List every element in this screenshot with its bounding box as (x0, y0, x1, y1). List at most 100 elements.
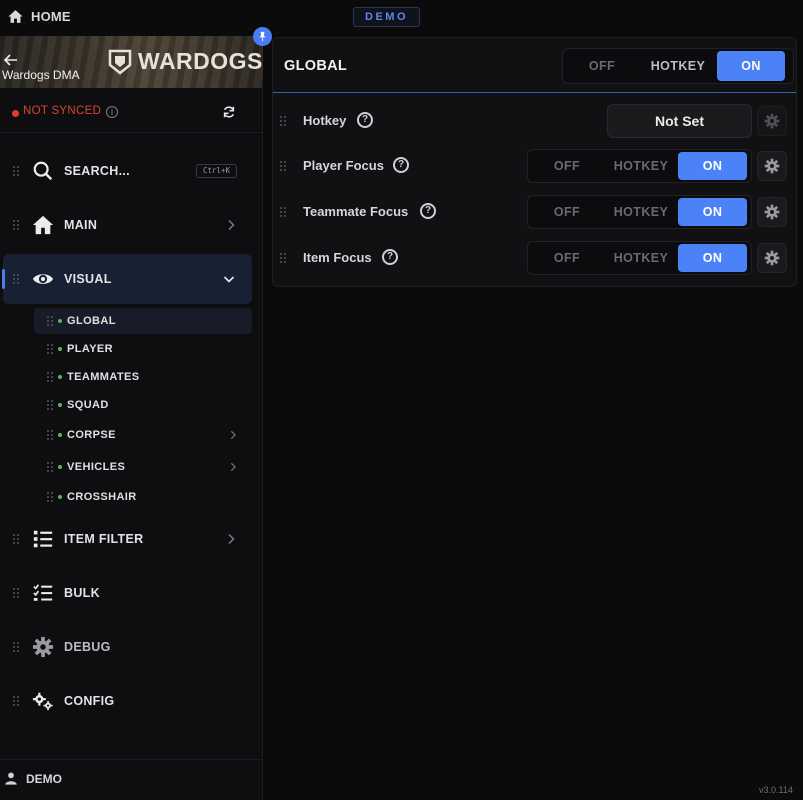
player-focus-settings-button[interactable] (757, 151, 787, 181)
sidebar-subitem-vehicles[interactable]: VEHICLES (34, 454, 252, 480)
setting-label: Player Focus (303, 158, 384, 173)
setting-label: Item Focus (303, 250, 372, 265)
drag-handle-icon[interactable] (13, 534, 19, 544)
wardogs-logo: WARDOGS (108, 48, 263, 75)
drag-handle-icon[interactable] (47, 316, 53, 326)
drag-handle-icon[interactable] (47, 372, 53, 382)
option-off[interactable]: OFF (530, 152, 604, 180)
option-hotkey[interactable]: HOTKEY (604, 198, 678, 226)
gear-icon (764, 204, 780, 220)
help-icon[interactable]: ? (420, 203, 436, 219)
option-hotkey[interactable]: HOTKEY (604, 244, 678, 272)
teammate-focus-toggle[interactable]: OFF HOTKEY ON (527, 195, 752, 229)
sidebar-item-visual[interactable]: VISUAL (2, 254, 252, 304)
hotkey-settings-button[interactable] (757, 106, 787, 136)
brand-name: Wardogs DMA (2, 68, 80, 82)
drag-handle-icon[interactable] (280, 116, 286, 126)
sidebar-subitem-corpse[interactable]: CORPSE (34, 422, 252, 448)
sidebar-subitem-label: CORPSE (67, 429, 116, 441)
status-dot (58, 495, 62, 499)
drag-handle-icon[interactable] (47, 400, 53, 410)
help-icon[interactable]: ? (393, 157, 409, 173)
drag-handle-icon[interactable] (13, 166, 19, 176)
item-focus-toggle[interactable]: OFF HOTKEY ON (527, 241, 752, 275)
status-dot (58, 347, 62, 351)
sidebar-item-search[interactable]: SEARCH... Ctrl+K (0, 146, 262, 196)
sidebar-item-item-filter[interactable]: ITEM FILTER (0, 514, 262, 564)
player-focus-toggle[interactable]: OFF HOTKEY ON (527, 149, 752, 183)
sidebar-item-config[interactable]: CONFIG (0, 676, 262, 726)
chevron-right-icon (228, 533, 235, 545)
pin-button[interactable] (253, 27, 272, 46)
drag-handle-icon[interactable] (47, 462, 53, 472)
user-icon (5, 772, 17, 785)
sidebar-subitem-teammates[interactable]: TEAMMATES (34, 364, 252, 390)
drag-handle-icon[interactable] (13, 220, 19, 230)
page-title: GLOBAL (284, 58, 348, 74)
option-on[interactable]: ON (678, 244, 747, 272)
drag-handle-icon[interactable] (47, 344, 53, 354)
setting-row-item-focus: Item Focus ? OFF HOTKEY ON (273, 236, 796, 280)
sidebar-subitem-label: CROSSHAIR (67, 491, 137, 503)
option-on[interactable]: ON (678, 198, 747, 226)
global-settings-panel: GLOBAL OFF HOTKEY ON Hotkey ? Not Set Pl… (272, 37, 797, 287)
gear-icon (764, 158, 780, 174)
sync-status-dot (12, 110, 19, 117)
teammate-focus-settings-button[interactable] (757, 197, 787, 227)
sidebar-item-label: ITEM FILTER (64, 532, 144, 546)
drag-handle-icon[interactable] (13, 588, 19, 598)
global-mode-toggle[interactable]: OFF HOTKEY ON (562, 48, 794, 84)
sidebar-subitem-label: SQUAD (67, 399, 109, 411)
sidebar-banner: Wardogs DMA WARDOGS (0, 36, 263, 88)
hotkey-value-button[interactable]: Not Set (607, 104, 752, 138)
sidebar-subitem-squad[interactable]: SQUAD (34, 392, 252, 418)
sidebar-item-label: MAIN (64, 218, 98, 232)
chevron-right-icon (230, 462, 236, 472)
drag-handle-icon[interactable] (280, 207, 286, 217)
mode-on-option[interactable]: ON (717, 51, 785, 81)
sidebar-subitem-label: TEAMMATES (67, 371, 140, 383)
sidebar-subitem-label: PLAYER (67, 343, 114, 355)
sidebar-subitem-label: GLOBAL (67, 315, 116, 327)
option-on[interactable]: ON (678, 152, 747, 180)
item-focus-settings-button[interactable] (757, 243, 787, 273)
status-dot (58, 403, 62, 407)
sidebar-item-label: VISUAL (64, 272, 112, 286)
user-profile[interactable]: DEMO (0, 759, 262, 800)
drag-handle-icon[interactable] (280, 161, 286, 171)
mode-hotkey-option[interactable]: HOTKEY (639, 51, 717, 81)
eye-icon (32, 274, 54, 284)
option-off[interactable]: OFF (530, 198, 604, 226)
help-icon[interactable]: ? (382, 249, 398, 265)
drag-handle-icon[interactable] (47, 430, 53, 440)
mode-off-option[interactable]: OFF (565, 51, 639, 81)
sidebar: Wardogs DMA WARDOGS NOT SYNCED i SEARCH.… (0, 36, 263, 800)
back-arrow-icon[interactable] (3, 52, 19, 68)
status-dot (58, 319, 62, 323)
sidebar-item-bulk[interactable]: BULK (0, 568, 262, 618)
option-off[interactable]: OFF (530, 244, 604, 272)
sidebar-subitem-crosshair[interactable]: CROSSHAIR (34, 484, 252, 510)
search-icon (33, 161, 53, 181)
refresh-icon[interactable] (222, 105, 236, 119)
setting-label: Hotkey (303, 113, 347, 128)
setting-label: Teammate Focus (303, 204, 409, 219)
drag-handle-icon[interactable] (13, 696, 19, 706)
home-button[interactable]: HOME (7, 8, 71, 25)
option-hotkey[interactable]: HOTKEY (604, 152, 678, 180)
home-icon (32, 215, 54, 235)
info-icon[interactable]: i (106, 106, 118, 118)
keyboard-shortcut: Ctrl+K (196, 164, 237, 178)
help-icon[interactable]: ? (357, 112, 373, 128)
sidebar-item-debug[interactable]: DEBUG (0, 622, 262, 672)
drag-handle-icon[interactable] (280, 253, 286, 263)
drag-handle-icon[interactable] (13, 274, 19, 284)
drag-handle-icon[interactable] (47, 492, 53, 502)
sidebar-subitem-player[interactable]: PLAYER (34, 336, 252, 362)
drag-handle-icon[interactable] (13, 642, 19, 652)
sidebar-subitem-global[interactable]: GLOBAL (34, 308, 252, 334)
sidebar-item-label: SEARCH... (64, 164, 130, 178)
pin-icon (259, 31, 266, 42)
sidebar-subitem-label: VEHICLES (67, 461, 126, 473)
sidebar-item-main[interactable]: MAIN (0, 200, 262, 250)
